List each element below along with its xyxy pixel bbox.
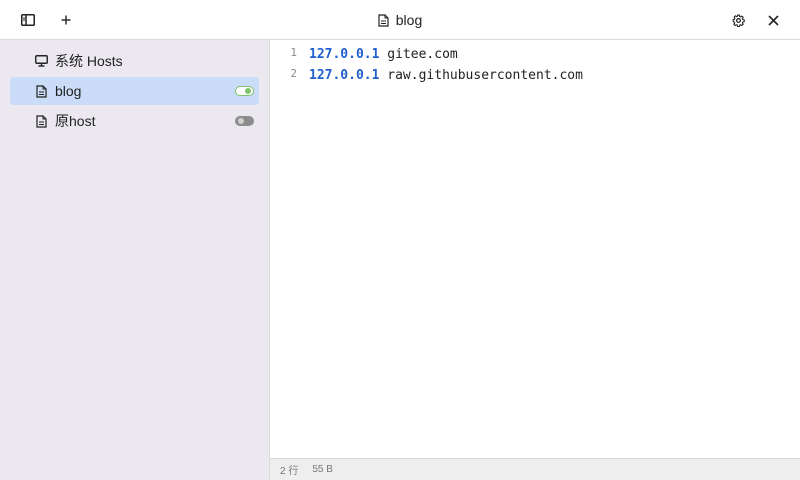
toggle-knob [245, 88, 251, 94]
hosts-sidebar: 系统 Hosts blog 原host [0, 40, 270, 480]
sidebar-toggle-icon [21, 14, 35, 26]
line-code[interactable]: 127.0.0.1 gitee.com [309, 44, 458, 65]
add-button[interactable] [54, 8, 78, 32]
title-bar: blog [0, 0, 800, 40]
plus-icon [61, 15, 71, 25]
file-text-icon [34, 114, 48, 128]
line-code[interactable]: 127.0.0.1 raw.githubusercontent.com [309, 65, 583, 86]
toggle-knob [238, 118, 244, 124]
status-bar: 2 行 55 B [270, 458, 800, 480]
close-icon [767, 14, 779, 26]
window-title: blog [0, 0, 800, 40]
file-text-icon [34, 84, 48, 98]
window-title-text: blog [395, 12, 423, 28]
hosts-editor[interactable]: 1 127.0.0.1 gitee.com 2 127.0.0.1 raw.gi… [270, 40, 800, 458]
line-number: 1 [290, 46, 297, 59]
editor-line: 2 127.0.0.1 raw.githubusercontent.com [270, 65, 800, 86]
ip-address: 127.0.0.1 [309, 68, 380, 83]
sidebar-toggle-button[interactable] [16, 8, 40, 32]
settings-button[interactable] [726, 8, 750, 32]
sidebar-item-label: blog [55, 83, 82, 99]
enable-toggle[interactable] [235, 116, 254, 126]
editor-line: 1 127.0.0.1 gitee.com [270, 44, 800, 65]
sidebar-item-system-hosts[interactable]: 系统 Hosts [10, 47, 259, 75]
sidebar-item-label: 系统 Hosts [55, 53, 123, 69]
hostname: raw.githubusercontent.com [379, 68, 583, 83]
monitor-icon [34, 54, 48, 68]
sidebar-item-blog[interactable]: blog [10, 77, 259, 105]
gear-icon [732, 14, 745, 27]
hostname: gitee.com [379, 47, 458, 62]
line-number: 2 [290, 67, 297, 80]
file-size: 55 B [312, 464, 333, 475]
line-count: 2 行 [280, 466, 299, 477]
close-button[interactable] [761, 8, 785, 32]
sidebar-item-label: 原host [55, 113, 96, 129]
sidebar-item-original-host[interactable]: 原host [10, 107, 259, 135]
file-text-icon [378, 13, 389, 27]
enable-toggle[interactable] [235, 86, 254, 96]
ip-address: 127.0.0.1 [309, 47, 380, 62]
